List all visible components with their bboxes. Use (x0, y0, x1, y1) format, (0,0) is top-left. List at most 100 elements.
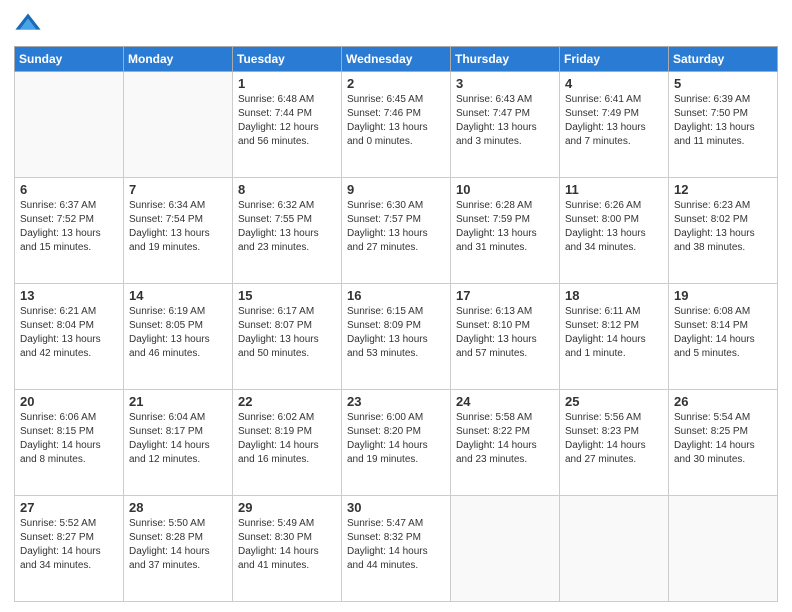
main-container: SundayMondayTuesdayWednesdayThursdayFrid… (0, 0, 792, 612)
day-number: 27 (20, 500, 118, 515)
day-number: 18 (565, 288, 663, 303)
day-header-wednesday: Wednesday (342, 47, 451, 72)
day-header-saturday: Saturday (669, 47, 778, 72)
calendar-cell: 13 Sunrise: 6:21 AM Sunset: 8:04 PM Dayli… (15, 284, 124, 390)
day-number: 23 (347, 394, 445, 409)
day-number: 1 (238, 76, 336, 91)
day-info: Sunrise: 6:45 AM Sunset: 7:46 PM Dayligh… (347, 93, 445, 149)
day-header-sunday: Sunday (15, 47, 124, 72)
day-number: 4 (565, 76, 663, 91)
calendar-cell: 14 Sunrise: 6:19 AM Sunset: 8:05 PM Dayli… (124, 284, 233, 390)
calendar-cell: 8 Sunrise: 6:32 AM Sunset: 7:55 PM Daylig… (233, 178, 342, 284)
day-number: 15 (238, 288, 336, 303)
calendar-cell: 19 Sunrise: 6:08 AM Sunset: 8:14 PM Dayli… (669, 284, 778, 390)
calendar-cell: 7 Sunrise: 6:34 AM Sunset: 7:54 PM Daylig… (124, 178, 233, 284)
calendar-week-3: 20Sunrise: 6:06 AM Sunset: 8:15 PM Dayli… (15, 390, 778, 496)
logo-icon (14, 10, 42, 38)
day-info: Sunrise: 6:02 AM Sunset: 8:19 PM Dayligh… (238, 411, 336, 467)
calendar-cell: 22 Sunrise: 6:02 AM Sunset: 8:19 PM Dayli… (233, 390, 342, 496)
calendar-cell: 18 Sunrise: 6:11 AM Sunset: 8:12 PM Dayli… (560, 284, 669, 390)
calendar-cell: 6Sunrise: 6:37 AM Sunset: 7:52 PM Daylig… (15, 178, 124, 284)
day-number: 6 (20, 182, 118, 197)
day-info: Sunrise: 6:13 AM Sunset: 8:10 PM Dayligh… (456, 305, 554, 361)
calendar-cell: 17 Sunrise: 6:13 AM Sunset: 8:10 PM Dayli… (451, 284, 560, 390)
day-number: 28 (129, 500, 227, 515)
day-info: Sunrise: 6:43 AM Sunset: 7:47 PM Dayligh… (456, 93, 554, 149)
day-number: 8 (238, 182, 336, 197)
day-number: 30 (347, 500, 445, 515)
day-number: 19 (674, 288, 772, 303)
calendar-cell: 1 Sunrise: 6:48 AM Sunset: 7:44 PM Daylig… (233, 72, 342, 178)
day-number: 5 (674, 76, 772, 91)
calendar-cell (560, 496, 669, 602)
calendar-week-1: 6Sunrise: 6:37 AM Sunset: 7:52 PM Daylig… (15, 178, 778, 284)
calendar-cell: 16 Sunrise: 6:15 AM Sunset: 8:09 PM Dayli… (342, 284, 451, 390)
calendar-cell: 4Sunrise: 6:41 AM Sunset: 7:49 PM Daylig… (560, 72, 669, 178)
calendar-cell: 11 Sunrise: 6:26 AM Sunset: 8:00 PM Dayli… (560, 178, 669, 284)
day-info: Sunrise: 6:17 AM Sunset: 8:07 PM Dayligh… (238, 305, 336, 361)
calendar-cell: 30Sunrise: 5:47 AM Sunset: 8:32 PM Dayli… (342, 496, 451, 602)
calendar-cell: 9 Sunrise: 6:30 AM Sunset: 7:57 PM Daylig… (342, 178, 451, 284)
day-number: 29 (238, 500, 336, 515)
day-number: 21 (129, 394, 227, 409)
day-number: 25 (565, 394, 663, 409)
day-number: 22 (238, 394, 336, 409)
calendar-cell: 25 Sunrise: 5:56 AM Sunset: 8:23 PM Dayli… (560, 390, 669, 496)
day-number: 14 (129, 288, 227, 303)
day-header-tuesday: Tuesday (233, 47, 342, 72)
calendar-cell: 12Sunrise: 6:23 AM Sunset: 8:02 PM Dayli… (669, 178, 778, 284)
calendar-cell (451, 496, 560, 602)
day-number: 16 (347, 288, 445, 303)
calendar-week-2: 13 Sunrise: 6:21 AM Sunset: 8:04 PM Dayli… (15, 284, 778, 390)
day-info: Sunrise: 6:26 AM Sunset: 8:00 PM Dayligh… (565, 199, 663, 255)
day-info: Sunrise: 6:21 AM Sunset: 8:04 PM Dayligh… (20, 305, 118, 361)
calendar-cell: 3 Sunrise: 6:43 AM Sunset: 7:47 PM Daylig… (451, 72, 560, 178)
day-info: Sunrise: 5:50 AM Sunset: 8:28 PM Dayligh… (129, 517, 227, 573)
calendar-cell: 20Sunrise: 6:06 AM Sunset: 8:15 PM Dayli… (15, 390, 124, 496)
day-info: Sunrise: 6:48 AM Sunset: 7:44 PM Dayligh… (238, 93, 336, 149)
day-info: Sunrise: 5:58 AM Sunset: 8:22 PM Dayligh… (456, 411, 554, 467)
day-number: 12 (674, 182, 772, 197)
calendar-table: SundayMondayTuesdayWednesdayThursdayFrid… (14, 46, 778, 602)
day-number: 3 (456, 76, 554, 91)
day-info: Sunrise: 5:49 AM Sunset: 8:30 PM Dayligh… (238, 517, 336, 573)
day-info: Sunrise: 6:11 AM Sunset: 8:12 PM Dayligh… (565, 305, 663, 361)
calendar-cell: 10Sunrise: 6:28 AM Sunset: 7:59 PM Dayli… (451, 178, 560, 284)
day-info: Sunrise: 5:56 AM Sunset: 8:23 PM Dayligh… (565, 411, 663, 467)
day-info: Sunrise: 6:08 AM Sunset: 8:14 PM Dayligh… (674, 305, 772, 361)
calendar-cell: 5 Sunrise: 6:39 AM Sunset: 7:50 PM Daylig… (669, 72, 778, 178)
day-info: Sunrise: 6:00 AM Sunset: 8:20 PM Dayligh… (347, 411, 445, 467)
day-info: Sunrise: 6:19 AM Sunset: 8:05 PM Dayligh… (129, 305, 227, 361)
day-number: 9 (347, 182, 445, 197)
day-info: Sunrise: 6:30 AM Sunset: 7:57 PM Dayligh… (347, 199, 445, 255)
calendar-cell: 24 Sunrise: 5:58 AM Sunset: 8:22 PM Dayli… (451, 390, 560, 496)
calendar-week-0: 1 Sunrise: 6:48 AM Sunset: 7:44 PM Daylig… (15, 72, 778, 178)
day-number: 13 (20, 288, 118, 303)
day-number: 11 (565, 182, 663, 197)
calendar-cell: 27 Sunrise: 5:52 AM Sunset: 8:27 PM Dayli… (15, 496, 124, 602)
day-info: Sunrise: 5:52 AM Sunset: 8:27 PM Dayligh… (20, 517, 118, 573)
day-number: 26 (674, 394, 772, 409)
day-header-thursday: Thursday (451, 47, 560, 72)
day-number: 20 (20, 394, 118, 409)
calendar-cell (15, 72, 124, 178)
day-info: Sunrise: 6:15 AM Sunset: 8:09 PM Dayligh… (347, 305, 445, 361)
calendar-week-4: 27 Sunrise: 5:52 AM Sunset: 8:27 PM Dayli… (15, 496, 778, 602)
day-info: Sunrise: 6:28 AM Sunset: 7:59 PM Dayligh… (456, 199, 554, 255)
calendar-cell (124, 72, 233, 178)
day-info: Sunrise: 6:32 AM Sunset: 7:55 PM Dayligh… (238, 199, 336, 255)
calendar-cell (669, 496, 778, 602)
day-number: 7 (129, 182, 227, 197)
day-info: Sunrise: 5:54 AM Sunset: 8:25 PM Dayligh… (674, 411, 772, 467)
day-number: 24 (456, 394, 554, 409)
day-header-monday: Monday (124, 47, 233, 72)
day-number: 17 (456, 288, 554, 303)
calendar-cell: 26 Sunrise: 5:54 AM Sunset: 8:25 PM Dayli… (669, 390, 778, 496)
day-info: Sunrise: 6:34 AM Sunset: 7:54 PM Dayligh… (129, 199, 227, 255)
day-info: Sunrise: 6:39 AM Sunset: 7:50 PM Dayligh… (674, 93, 772, 149)
calendar-cell: 15 Sunrise: 6:17 AM Sunset: 8:07 PM Dayli… (233, 284, 342, 390)
calendar-cell: 29 Sunrise: 5:49 AM Sunset: 8:30 PM Dayli… (233, 496, 342, 602)
calendar-cell: 28 Sunrise: 5:50 AM Sunset: 8:28 PM Dayli… (124, 496, 233, 602)
calendar-cell: 23 Sunrise: 6:00 AM Sunset: 8:20 PM Dayli… (342, 390, 451, 496)
calendar-header-row: SundayMondayTuesdayWednesdayThursdayFrid… (15, 47, 778, 72)
